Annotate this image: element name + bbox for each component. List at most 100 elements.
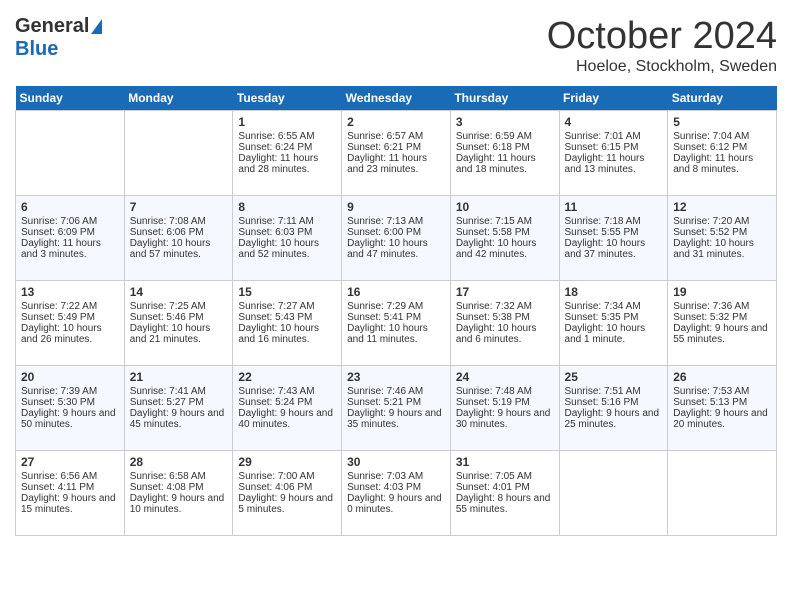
day-number: 28 — [130, 455, 228, 469]
sunrise: Sunrise: 7:51 AM — [565, 386, 663, 397]
calendar-cell: 11 Sunrise: 7:18 AM Sunset: 5:55 PM Dayl… — [559, 196, 668, 281]
daylight: Daylight: 11 hours and 13 minutes. — [565, 153, 663, 175]
day-number: 16 — [347, 285, 445, 299]
daylight: Daylight: 9 hours and 30 minutes. — [456, 408, 554, 430]
sunset: Sunset: 6:21 PM — [347, 142, 445, 153]
sunset: Sunset: 5:24 PM — [238, 397, 336, 408]
day-number: 21 — [130, 370, 228, 384]
sunset: Sunset: 4:01 PM — [456, 482, 554, 493]
sunset: Sunset: 6:15 PM — [565, 142, 663, 153]
col-friday: Friday — [559, 86, 668, 111]
sunrise: Sunrise: 7:13 AM — [347, 216, 445, 227]
day-number: 23 — [347, 370, 445, 384]
calendar-cell — [124, 111, 233, 196]
sunset: Sunset: 4:08 PM — [130, 482, 228, 493]
calendar-cell: 4 Sunrise: 7:01 AM Sunset: 6:15 PM Dayli… — [559, 111, 668, 196]
sunset: Sunset: 4:11 PM — [21, 482, 119, 493]
calendar-cell: 6 Sunrise: 7:06 AM Sunset: 6:09 PM Dayli… — [16, 196, 125, 281]
calendar-week-row: 20 Sunrise: 7:39 AM Sunset: 5:30 PM Dayl… — [16, 366, 777, 451]
daylight: Daylight: 10 hours and 57 minutes. — [130, 238, 228, 260]
day-number: 15 — [238, 285, 336, 299]
calendar-week-row: 13 Sunrise: 7:22 AM Sunset: 5:49 PM Dayl… — [16, 281, 777, 366]
calendar-cell: 30 Sunrise: 7:03 AM Sunset: 4:03 PM Dayl… — [342, 451, 451, 536]
day-number: 9 — [347, 200, 445, 214]
day-number: 25 — [565, 370, 663, 384]
calendar-cell: 2 Sunrise: 6:57 AM Sunset: 6:21 PM Dayli… — [342, 111, 451, 196]
day-number: 30 — [347, 455, 445, 469]
day-number: 7 — [130, 200, 228, 214]
daylight: Daylight: 9 hours and 40 minutes. — [238, 408, 336, 430]
daylight: Daylight: 10 hours and 47 minutes. — [347, 238, 445, 260]
col-tuesday: Tuesday — [233, 86, 342, 111]
sunset: Sunset: 6:03 PM — [238, 227, 336, 238]
sunset: Sunset: 4:03 PM — [347, 482, 445, 493]
calendar-cell — [16, 111, 125, 196]
daylight: Daylight: 9 hours and 5 minutes. — [238, 493, 336, 515]
sunset: Sunset: 5:35 PM — [565, 312, 663, 323]
sunset: Sunset: 5:41 PM — [347, 312, 445, 323]
sunrise: Sunrise: 7:29 AM — [347, 301, 445, 312]
sunset: Sunset: 5:32 PM — [673, 312, 771, 323]
day-number: 29 — [238, 455, 336, 469]
calendar-cell: 18 Sunrise: 7:34 AM Sunset: 5:35 PM Dayl… — [559, 281, 668, 366]
day-number: 24 — [456, 370, 554, 384]
daylight: Daylight: 10 hours and 6 minutes. — [456, 323, 554, 345]
col-monday: Monday — [124, 86, 233, 111]
daylight: Daylight: 8 hours and 55 minutes. — [456, 493, 554, 515]
sunset: Sunset: 6:00 PM — [347, 227, 445, 238]
day-number: 22 — [238, 370, 336, 384]
day-number: 5 — [673, 115, 771, 129]
day-number: 6 — [21, 200, 119, 214]
day-number: 3 — [456, 115, 554, 129]
daylight: Daylight: 9 hours and 20 minutes. — [673, 408, 771, 430]
sunset: Sunset: 6:24 PM — [238, 142, 336, 153]
calendar-cell: 29 Sunrise: 7:00 AM Sunset: 4:06 PM Dayl… — [233, 451, 342, 536]
location-title: Hoeloe, Stockholm, Sweden — [547, 58, 777, 76]
sunset: Sunset: 6:12 PM — [673, 142, 771, 153]
sunrise: Sunrise: 7:08 AM — [130, 216, 228, 227]
calendar-cell: 24 Sunrise: 7:48 AM Sunset: 5:19 PM Dayl… — [450, 366, 559, 451]
logo-blue: Blue — [15, 38, 58, 61]
sunrise: Sunrise: 7:32 AM — [456, 301, 554, 312]
calendar-cell: 13 Sunrise: 7:22 AM Sunset: 5:49 PM Dayl… — [16, 281, 125, 366]
calendar-cell: 21 Sunrise: 7:41 AM Sunset: 5:27 PM Dayl… — [124, 366, 233, 451]
calendar-cell: 12 Sunrise: 7:20 AM Sunset: 5:52 PM Dayl… — [668, 196, 777, 281]
sunrise: Sunrise: 6:58 AM — [130, 471, 228, 482]
day-number: 19 — [673, 285, 771, 299]
daylight: Daylight: 11 hours and 18 minutes. — [456, 153, 554, 175]
title-area: October 2024 Hoeloe, Stockholm, Sweden — [547, 15, 777, 76]
sunrise: Sunrise: 7:27 AM — [238, 301, 336, 312]
day-number: 4 — [565, 115, 663, 129]
sunset: Sunset: 5:16 PM — [565, 397, 663, 408]
day-number: 12 — [673, 200, 771, 214]
sunrise: Sunrise: 7:25 AM — [130, 301, 228, 312]
sunset: Sunset: 5:49 PM — [21, 312, 119, 323]
calendar-cell: 20 Sunrise: 7:39 AM Sunset: 5:30 PM Dayl… — [16, 366, 125, 451]
sunrise: Sunrise: 7:06 AM — [21, 216, 119, 227]
daylight: Daylight: 10 hours and 26 minutes. — [21, 323, 119, 345]
sunset: Sunset: 5:19 PM — [456, 397, 554, 408]
sunset: Sunset: 5:38 PM — [456, 312, 554, 323]
day-number: 26 — [673, 370, 771, 384]
sunset: Sunset: 5:52 PM — [673, 227, 771, 238]
daylight: Daylight: 11 hours and 28 minutes. — [238, 153, 336, 175]
sunrise: Sunrise: 7:03 AM — [347, 471, 445, 482]
calendar-week-row: 1 Sunrise: 6:55 AM Sunset: 6:24 PM Dayli… — [16, 111, 777, 196]
calendar-cell: 14 Sunrise: 7:25 AM Sunset: 5:46 PM Dayl… — [124, 281, 233, 366]
sunrise: Sunrise: 7:18 AM — [565, 216, 663, 227]
daylight: Daylight: 11 hours and 23 minutes. — [347, 153, 445, 175]
calendar-cell: 17 Sunrise: 7:32 AM Sunset: 5:38 PM Dayl… — [450, 281, 559, 366]
sunrise: Sunrise: 7:15 AM — [456, 216, 554, 227]
day-number: 11 — [565, 200, 663, 214]
col-sunday: Sunday — [16, 86, 125, 111]
calendar-cell: 22 Sunrise: 7:43 AM Sunset: 5:24 PM Dayl… — [233, 366, 342, 451]
day-number: 10 — [456, 200, 554, 214]
calendar-cell: 7 Sunrise: 7:08 AM Sunset: 6:06 PM Dayli… — [124, 196, 233, 281]
sunrise: Sunrise: 7:41 AM — [130, 386, 228, 397]
calendar-cell: 1 Sunrise: 6:55 AM Sunset: 6:24 PM Dayli… — [233, 111, 342, 196]
sunset: Sunset: 4:06 PM — [238, 482, 336, 493]
day-number: 14 — [130, 285, 228, 299]
calendar-table: Sunday Monday Tuesday Wednesday Thursday… — [15, 86, 777, 536]
daylight: Daylight: 10 hours and 42 minutes. — [456, 238, 554, 260]
daylight: Daylight: 10 hours and 16 minutes. — [238, 323, 336, 345]
